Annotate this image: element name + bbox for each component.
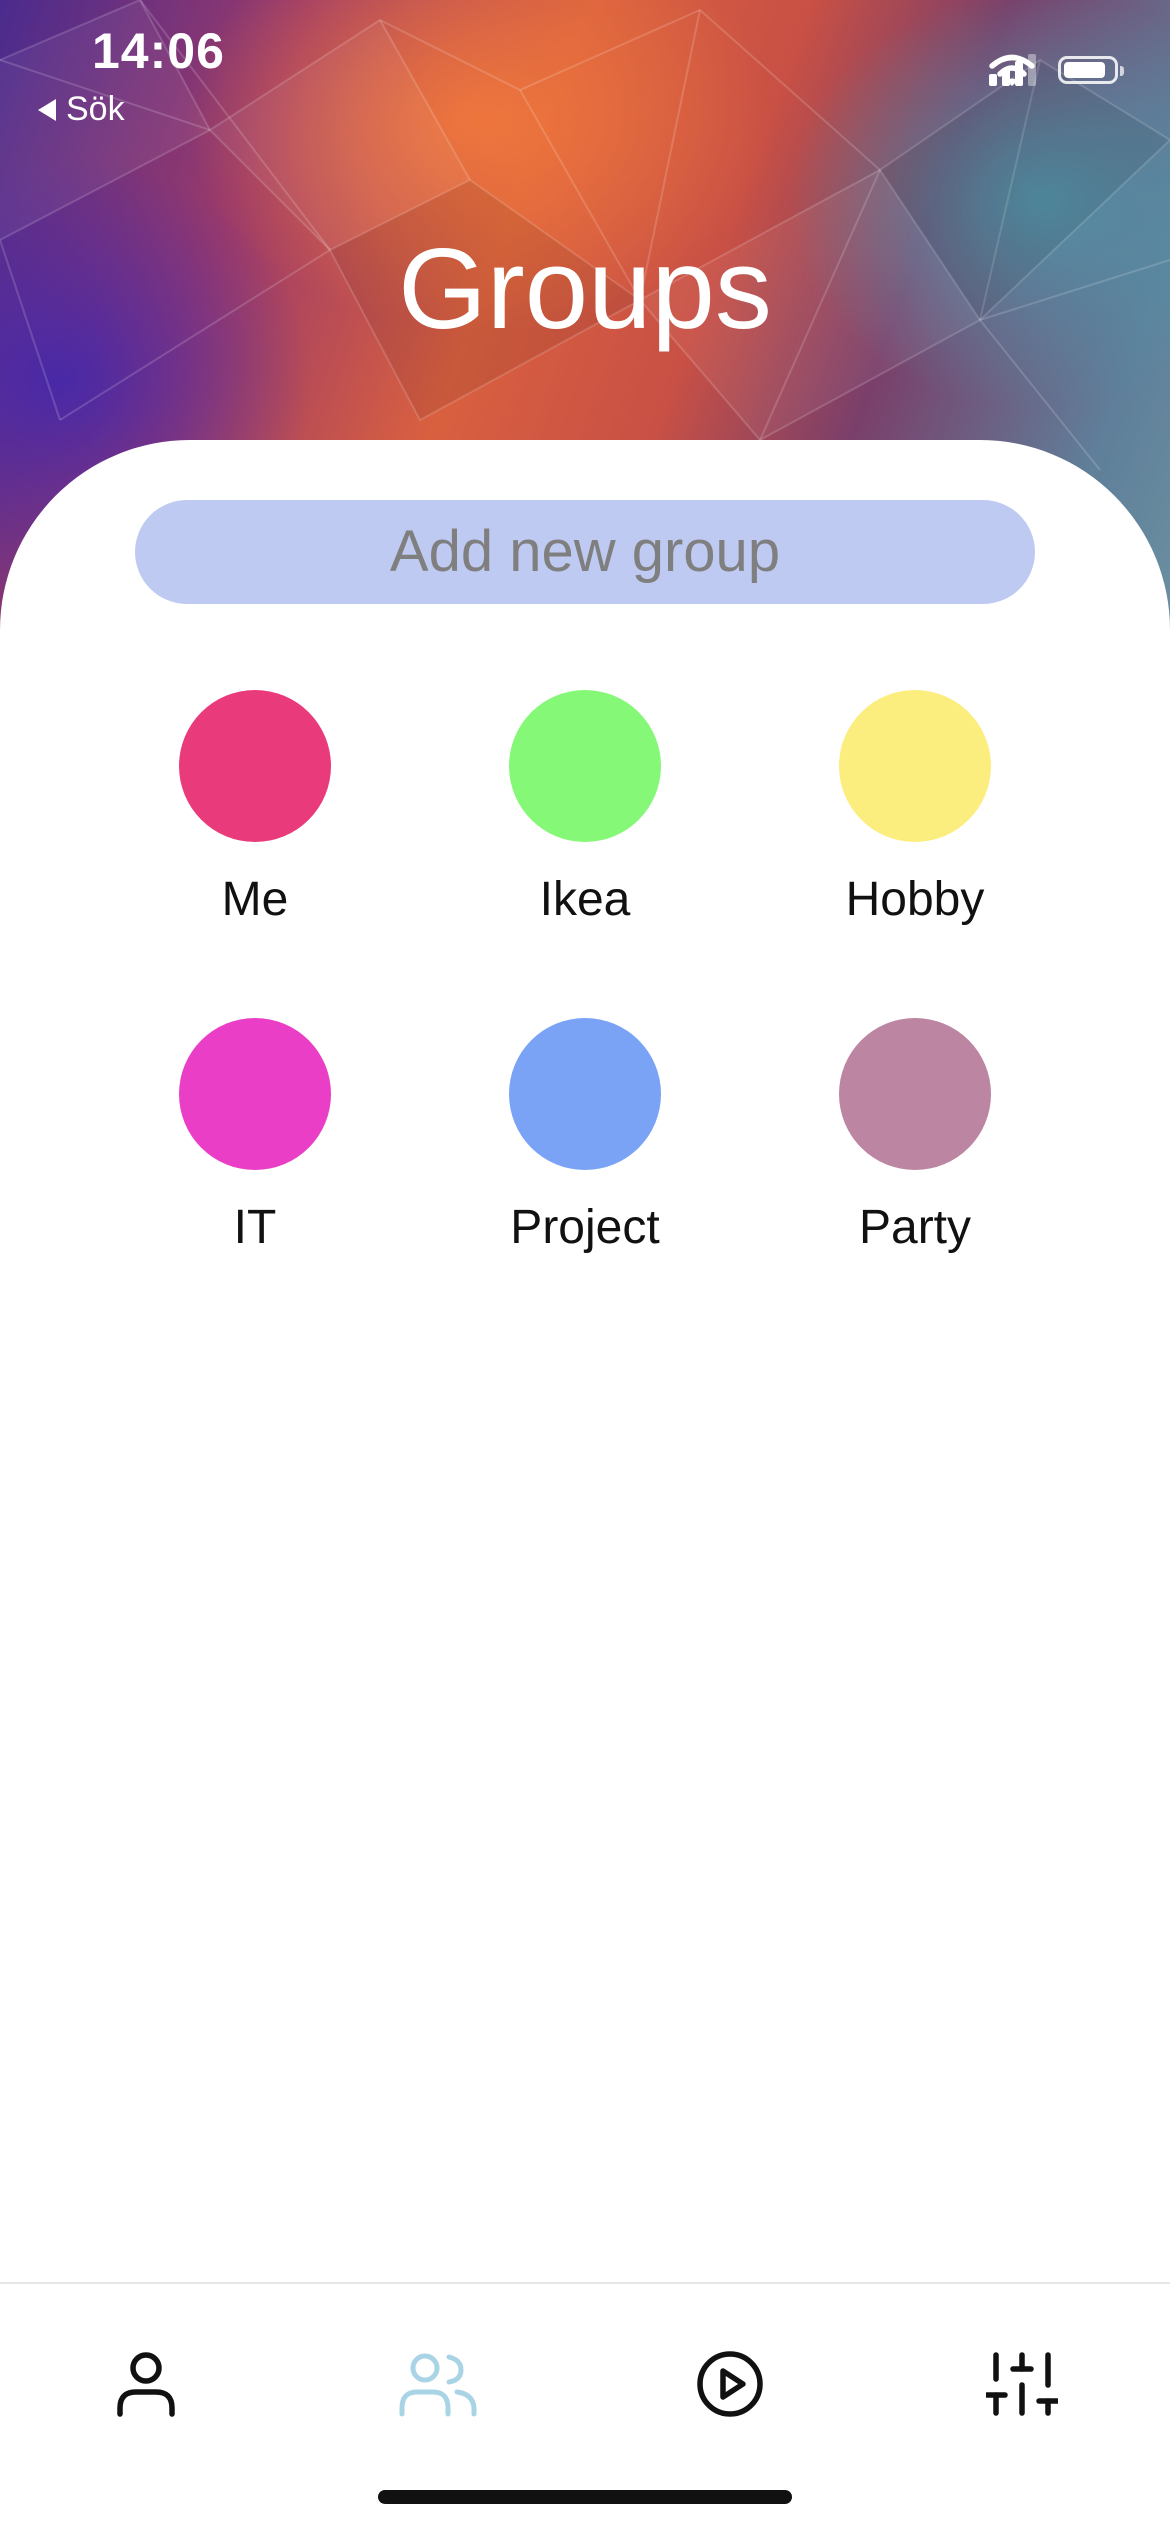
tab-play[interactable] — [670, 2324, 790, 2444]
battery-icon — [1058, 56, 1124, 84]
tab-groups[interactable] — [378, 2324, 498, 2444]
battery-level — [1064, 62, 1105, 78]
tab-profile[interactable] — [86, 2324, 206, 2444]
sliders-icon — [986, 2352, 1058, 2416]
group-label: Project — [510, 1201, 660, 1254]
group-item-project[interactable]: Project — [435, 1018, 735, 1255]
group-color-circle — [839, 690, 991, 842]
page-title: Groups — [398, 226, 772, 354]
add-new-group-button[interactable]: Add new group — [135, 500, 1035, 604]
back-link-label: Sök — [66, 90, 125, 128]
group-color-circle — [509, 690, 661, 842]
home-indicator — [378, 2490, 792, 2504]
group-color-circle — [839, 1018, 991, 1170]
group-item-hobby[interactable]: Hobby — [765, 690, 1065, 927]
group-item-me[interactable]: Me — [105, 690, 405, 927]
group-label: Party — [858, 1201, 972, 1254]
tab-settings[interactable] — [962, 2324, 1082, 2444]
status-icons — [989, 54, 1124, 86]
group-color-circle — [179, 1018, 331, 1170]
group-color-circle — [179, 690, 331, 842]
wifi-icon — [989, 54, 1035, 86]
group-item-party[interactable]: Party — [765, 1018, 1065, 1255]
group-label: Hobby — [845, 873, 985, 926]
group-item-ikea[interactable]: Ikea — [435, 690, 735, 927]
group-label: Ikea — [539, 873, 631, 926]
person-icon — [117, 2352, 175, 2417]
back-arrow-icon — [38, 98, 56, 121]
play-icon — [697, 2351, 763, 2417]
group-color-circle — [509, 1018, 661, 1170]
groups-icon — [399, 2353, 477, 2417]
back-link[interactable]: Sök — [38, 90, 125, 129]
group-label: Me — [221, 873, 289, 926]
status-time: 14:06 — [92, 23, 225, 79]
group-item-it[interactable]: IT — [105, 1018, 405, 1255]
group-label: IT — [233, 1201, 277, 1254]
